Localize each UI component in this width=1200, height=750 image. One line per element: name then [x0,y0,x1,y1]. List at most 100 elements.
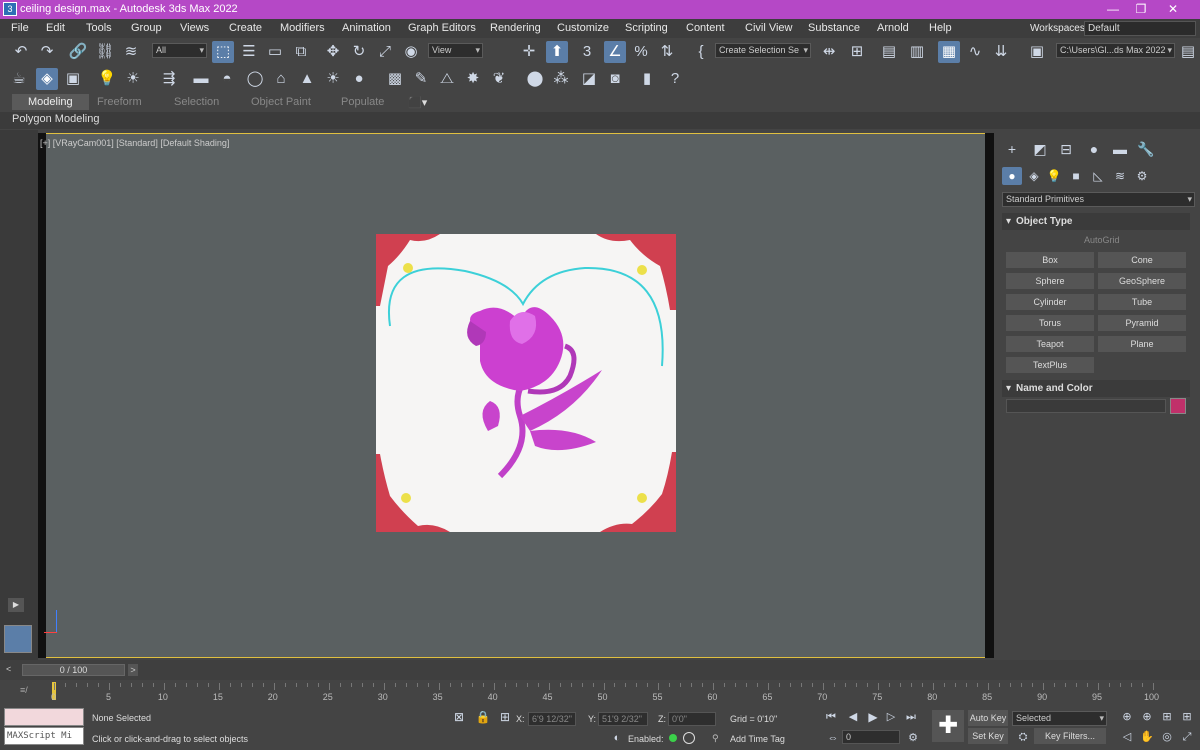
auto-key-button[interactable]: Auto Key [968,710,1008,726]
render-frame-icon[interactable]: ▣ [62,68,84,90]
add-time-tag[interactable]: Add Time Tag [730,734,785,744]
bind-space-warp-icon[interactable]: ≋ [120,41,142,63]
ribbon-tab-modeling[interactable]: Modeling [12,94,89,110]
link-icon[interactable]: 🔗 [67,41,89,63]
selection-filter-dropdown[interactable]: All [152,43,207,58]
ceiling-design-object[interactable] [370,226,682,538]
snaps-toggle-icon[interactable]: 3 [576,41,598,63]
frame-buffer-icon[interactable]: ◪ [578,68,600,90]
autogrid-checkbox[interactable]: AutoGrid [1084,235,1120,245]
cone-light-icon[interactable]: ▲ [296,68,318,90]
pan-view-icon[interactable]: ✋ [1136,726,1158,748]
ambient-light-icon[interactable]: ● [348,68,370,90]
prev-frame-icon[interactable]: < [6,664,11,674]
vray-scatter-icon[interactable]: ❦ [488,68,510,90]
menu-modifiers[interactable]: Modifiers [280,22,325,34]
menu-help[interactable]: Help [929,22,952,34]
set-key-button[interactable]: Set Key [968,728,1008,744]
box-button[interactable]: Box [1006,252,1094,268]
current-frame-field[interactable]: 0 [842,730,900,744]
ribbon-tab-selection[interactable]: Selection [174,96,219,108]
vray-clipper-icon[interactable]: ⧍ [436,68,458,90]
vray-proxy-icon[interactable]: ▩ [384,68,406,90]
unlink-icon[interactable]: ⛓ [94,41,116,63]
schematic-view-icon[interactable]: ⇊ [990,41,1012,63]
toggle-ribbon-icon[interactable]: ▦ [938,41,960,63]
key-filter-options-icon[interactable]: ⛭ [1012,726,1034,748]
field-of-view-icon[interactable]: ◁ [1116,726,1138,748]
menu-graph-editors[interactable]: Graph Editors [408,22,476,34]
key-mode-icon[interactable]: ⇔ [822,727,844,749]
scene-converter-icon[interactable]: ▮ [636,68,658,90]
shapes-icon[interactable]: ◈ [1024,167,1044,185]
geosphere-button[interactable]: GeoSphere [1098,273,1186,289]
color-palette-icon[interactable]: ⁂ [550,68,572,90]
go-to-end-icon[interactable]: ⏭ [900,706,922,728]
angle-snap-icon[interactable]: ∠ [604,41,626,63]
set-keys-icon[interactable]: ✚ [932,710,964,742]
pyramid-button[interactable]: Pyramid [1098,315,1186,331]
window-crossing-icon[interactable]: ⧉ [290,41,312,63]
restore-button[interactable]: ❐ [1126,1,1156,18]
ribbon-options-icon[interactable]: ⬛▾ [408,96,427,109]
cone-button[interactable]: Cone [1098,252,1186,268]
menu-views[interactable]: Views [180,22,209,34]
vray-decal-icon[interactable]: ✸ [462,68,484,90]
cylinder-button[interactable]: Cylinder [1006,294,1094,310]
space-warps-icon[interactable]: ≋ [1110,167,1130,185]
menu-scripting[interactable]: Scripting [625,22,668,34]
mesh-light-icon[interactable]: ⌂ [270,68,292,90]
minimize-button[interactable]: — [1098,1,1128,18]
systems-icon[interactable]: ⚙ [1132,167,1152,185]
select-scale-icon[interactable]: ⤢ [374,41,396,63]
menu-edit[interactable]: Edit [46,22,65,34]
torus-button[interactable]: Torus [1006,315,1094,331]
z-coordinate-field[interactable]: 0'0" [668,712,716,726]
select-rotate-icon[interactable]: ↻ [348,41,370,63]
teapot-button[interactable]: Teapot [1006,336,1094,352]
selection-lock-icon[interactable]: 🔒 [472,706,494,728]
menu-tools[interactable]: Tools [86,22,112,34]
select-object-icon[interactable]: ⬚ [212,41,234,63]
object-type-rollout[interactable]: Object Type [1002,213,1190,230]
menu-file[interactable]: File [11,22,29,34]
isolate-selection-icon[interactable]: ⊠ [448,706,470,728]
align-icon[interactable]: ⊞ [846,41,868,63]
menu-animation[interactable]: Animation [342,22,391,34]
plane-light-icon[interactable]: ▬ [190,68,212,90]
edit-named-selection-icon[interactable]: { [690,41,712,63]
menu-civil-view[interactable]: Civil View [745,22,792,34]
sphere-button[interactable]: Sphere [1006,273,1094,289]
project-browse-icon[interactable]: ▤ [1177,41,1199,63]
category-dropdown[interactable]: Standard Primitives [1002,192,1195,207]
plane-button[interactable]: Plane [1098,336,1186,352]
project-folder-icon[interactable]: ▣ [1026,41,1048,63]
zoom-extents-icon[interactable]: ⊞ [1156,706,1178,728]
maximize-viewport-icon[interactable]: ⤢ [1176,726,1198,748]
menu-substance[interactable]: Substance [808,22,860,34]
vray-ies-icon[interactable]: ⇶ [158,68,180,90]
orbit-icon[interactable]: ◎ [1156,726,1178,748]
tube-button[interactable]: Tube [1098,294,1186,310]
menu-arnold[interactable]: Arnold [877,22,909,34]
maxscript-mini-listener[interactable]: MAXScript Mi [4,727,84,745]
sphere-light-icon[interactable]: ◯ [244,68,266,90]
ribbon-tab-object-paint[interactable]: Object Paint [251,96,311,108]
next-frame-icon[interactable]: > [128,664,138,676]
geometry-icon[interactable]: ● [1002,167,1022,185]
dome-light-icon[interactable]: ◓ [216,68,238,90]
cameras-icon[interactable]: ■ [1066,167,1086,185]
undo-icon[interactable]: ↶ [10,41,32,63]
go-to-start-icon[interactable]: ⏮ [820,706,842,728]
enabled-indicator[interactable] [669,734,677,742]
name-and-color-rollout[interactable]: Name and Color [1002,380,1190,397]
vray-sun-icon[interactable]: ☀ [122,68,144,90]
material-editor-icon[interactable]: ◈ [36,68,58,90]
reference-coordinate-dropdown[interactable]: View [428,43,483,58]
layer-explorer-icon[interactable]: ▥ [906,41,928,63]
x-coordinate-field[interactable]: 6'9 12/32" [528,712,576,726]
track-bar-toggle-icon[interactable]: ≡/ [20,685,28,695]
menu-customize[interactable]: Customize [557,22,609,34]
object-name-input[interactable] [1006,399,1166,413]
vray-sphere-icon[interactable]: ⬤ [524,68,546,90]
